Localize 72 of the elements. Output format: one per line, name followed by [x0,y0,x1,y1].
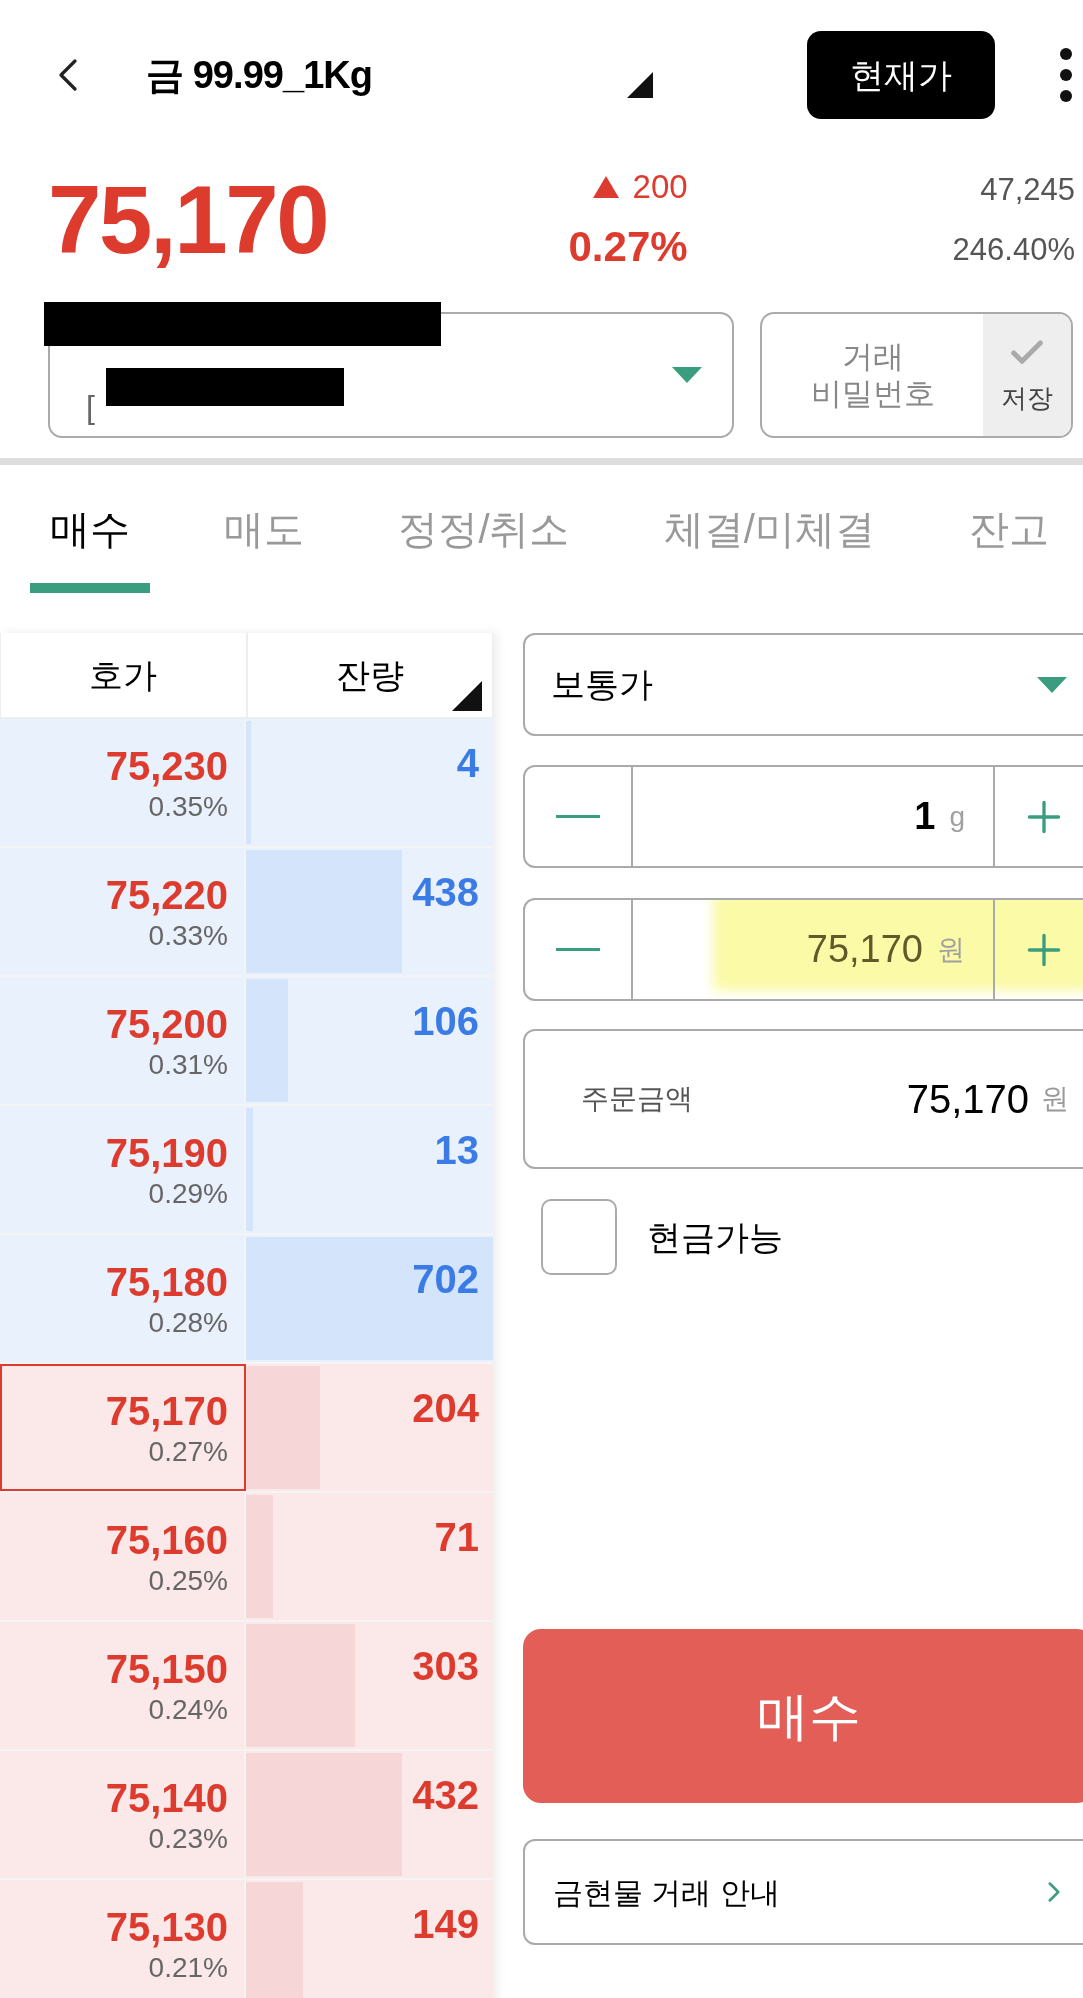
remaining-quantity: 432 [412,1772,479,1819]
save-label: 저장 [1001,381,1053,415]
order-type-select[interactable]: 보통가 [523,633,1083,736]
remaining-quantity: 438 [412,869,479,916]
guide-link[interactable]: 금현물 거래 안내 [523,1839,1083,1945]
tab[interactable]: 매수 [30,475,150,593]
change-rate: 0.27% [568,222,688,273]
remaining-quantity: 13 [434,1127,479,1174]
remaining-quantity: 303 [412,1643,479,1690]
price-rate: 0.24% [148,1692,228,1727]
remaining-quantity: 71 [434,1514,479,1561]
price-rate: 0.31% [148,1047,228,1082]
price-rate: 0.35% [148,789,228,824]
tab[interactable]: 체결/미체결 [643,475,895,593]
order-amount-value: 75,170 [906,1076,1029,1123]
price-rate: 0.27% [148,1434,228,1469]
tab[interactable]: 정정/취소 [378,475,590,593]
bid-price: 75,230 [105,742,228,790]
cash-only-label: 현금가능 [647,1216,783,1258]
dropdown-icon[interactable] [627,72,654,98]
more-icon[interactable] [1059,47,1073,103]
input-value: 75,170 [806,927,923,972]
current-price: 75,170 [48,165,328,275]
unit-label: 원 [1041,1082,1069,1116]
minus-icon [556,815,600,818]
dropdown-icon [1037,676,1067,693]
volume-rate: 246.40% [952,231,1075,269]
unit-label: g [949,799,965,834]
input-value: 1 [914,794,936,839]
bid-price: 75,170 [105,1387,228,1435]
remaining-quantity: 106 [412,998,479,1045]
bid-price: 75,220 [105,871,228,919]
column-header: 호가 [0,633,247,717]
product-title[interactable]: 금 99.99_1Kg [146,46,373,104]
password-label: 거래 비밀번호 [809,337,936,413]
price-rate: 0.23% [148,1821,228,1856]
price-rate: 0.25% [148,1563,228,1598]
price-cell[interactable]: 75,170 0.27% [0,1364,246,1491]
account-text: [ [86,388,95,427]
password-field[interactable]: 거래 비밀번호 저장 [760,312,1073,438]
unit-label: 원 [937,932,965,967]
bid-price: 75,140 [105,1774,228,1822]
cash-checkbox[interactable] [541,1199,617,1275]
trade-volume: 47,245 [980,170,1075,209]
column-header[interactable]: 잔량 [246,633,493,717]
order-amount-label: 주문금액 [581,1082,693,1116]
remaining-quantity: 702 [412,1256,479,1303]
minus-icon [556,948,600,951]
bid-price: 75,150 [105,1645,228,1693]
bid-price: 75,160 [105,1516,228,1564]
bid-price: 75,130 [105,1903,228,1951]
bid-price: 75,180 [105,1258,228,1306]
remaining-quantity: 4 [456,740,479,787]
sort-triangle-icon [452,681,482,711]
remaining-quantity: 149 [412,1901,479,1948]
price-change: 200 [632,166,688,207]
stepper-field[interactable]: 75,170 원 [523,898,1083,1001]
remaining-quantity: 204 [412,1385,479,1432]
price-rate: 0.29% [148,1176,228,1211]
price-rate: 0.21% [148,1950,228,1985]
price-rate: 0.28% [148,1305,228,1340]
tab[interactable]: 잔고 [949,475,1069,593]
bid-price: 75,200 [105,1000,228,1048]
current-price-button[interactable]: 현재가 [807,31,995,119]
stepper-field[interactable]: 1 g [523,765,1083,868]
up-triangle-icon [592,175,619,198]
save-checkbox[interactable]: 저장 [983,314,1071,436]
tab[interactable]: 매도 [204,475,325,593]
dropdown-icon [672,367,702,383]
buy-button[interactable]: 매수 [523,1629,1083,1803]
price-rate: 0.33% [148,918,228,953]
bid-price: 75,190 [105,1129,228,1177]
